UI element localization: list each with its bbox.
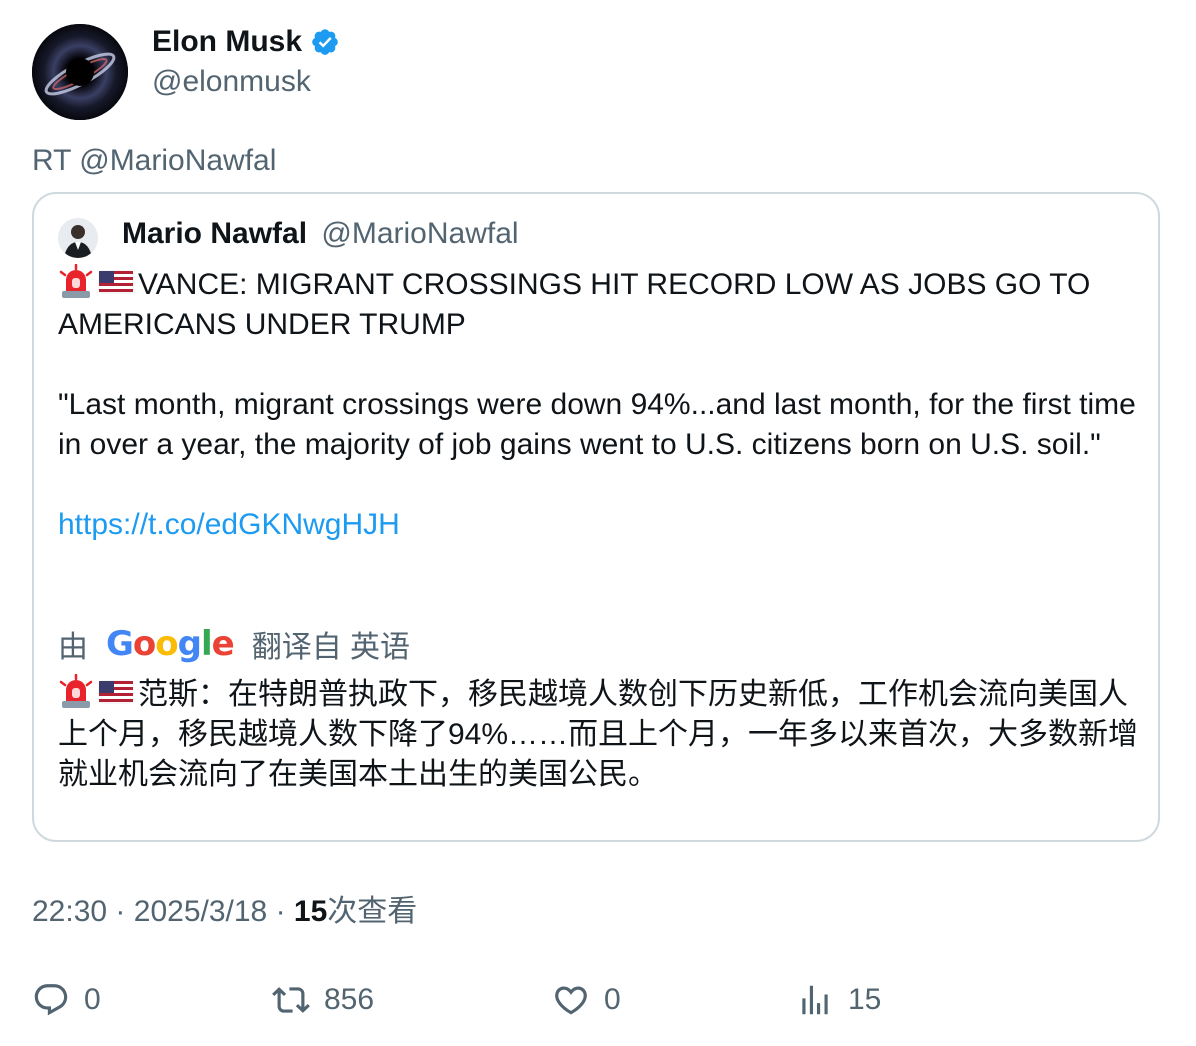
meta-separator: ·	[115, 895, 126, 928]
google-logo: Google	[106, 624, 235, 664]
quoted-author-avatar[interactable]	[58, 218, 98, 258]
author-avatar[interactable]	[32, 24, 128, 120]
quoted-author-name[interactable]: Mario Nawfal	[122, 217, 307, 250]
tweet-time[interactable]: 22:30	[32, 895, 107, 928]
retweet-button[interactable]: 856	[272, 978, 374, 1022]
like-button[interactable]: 0	[552, 978, 621, 1022]
quoted-headline: VANCE: MIGRANT CROSSINGS HIT RECORD LOW …	[58, 268, 1091, 341]
reply-icon	[34, 984, 68, 1016]
translation-attribution: 由 Google 翻译自 英语	[58, 622, 410, 666]
verified-badge-icon	[310, 27, 340, 57]
translation-prefix: 由	[58, 631, 88, 664]
author-name-row: Elon Musk	[152, 24, 340, 60]
translation-suffix: 翻译自 英语	[251, 631, 411, 664]
us-flag-emoji-icon	[98, 674, 134, 710]
views-count: 15	[293, 895, 328, 928]
tweet-meta: 22:30 · 2025/3/18 · 15次查看	[32, 892, 417, 932]
retweet-icon	[272, 987, 310, 1013]
quoted-link[interactable]: https://t.co/edGKNwgHJH	[58, 508, 400, 541]
meta-separator: ·	[275, 895, 286, 928]
quoted-headline-line: VANCE: MIGRANT CROSSINGS HIT RECORD LOW …	[58, 263, 1138, 345]
like-count: 0	[604, 983, 621, 1016]
retweet-count: 856	[324, 983, 375, 1016]
views-count-action: 15	[848, 983, 882, 1016]
translated-text: 范斯：在特朗普执政下，移民越境人数创下历史新低，工作机会流向美国人 上个月，移民…	[58, 678, 1139, 791]
tweet-date[interactable]: 2025/3/18	[134, 895, 267, 928]
us-flag-emoji-icon	[98, 264, 134, 300]
reply-button[interactable]: 0	[32, 978, 101, 1022]
author-handle[interactable]: @elonmusk	[152, 64, 311, 100]
siren-emoji-icon	[58, 263, 94, 300]
views-label: 次查看	[327, 895, 418, 928]
reply-count: 0	[84, 983, 101, 1016]
translated-text-block: 范斯：在特朗普执政下，移民越境人数创下历史新低，工作机会流向美国人 上个月，移民…	[58, 673, 1148, 795]
author-name[interactable]: Elon Musk	[152, 24, 302, 60]
quoted-author-line: Mario Nawfal @MarioNawfal	[122, 216, 519, 252]
action-bar: 0 856 0 15	[32, 978, 1162, 1022]
like-icon	[555, 986, 587, 1015]
views-button[interactable]: 15	[796, 978, 881, 1022]
views-icon	[802, 985, 828, 1015]
retweet-label: RT @MarioNawfal	[32, 144, 277, 177]
quoted-quote-text: "Last month, migrant crossings were down…	[58, 388, 1136, 461]
quoted-author-handle[interactable]: @MarioNawfal	[321, 217, 518, 250]
quoted-tweet-card[interactable]: Mario Nawfal @MarioNawfal VANCE: MIGRANT…	[32, 192, 1160, 842]
quoted-tweet-body: VANCE: MIGRANT CROSSINGS HIT RECORD LOW …	[58, 263, 1138, 545]
siren-emoji-icon	[58, 673, 94, 710]
